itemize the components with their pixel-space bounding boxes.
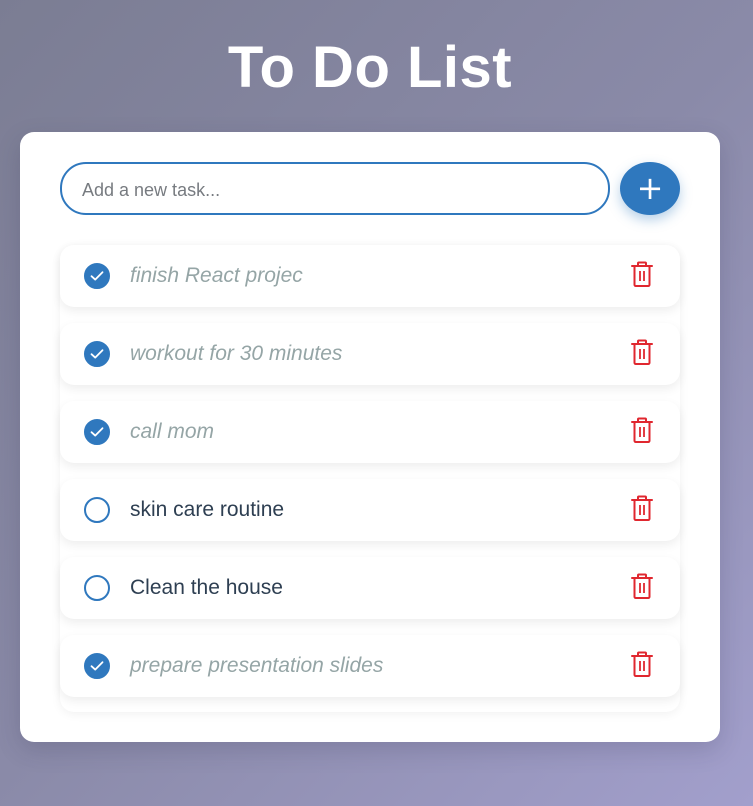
task-item: Clean the house: [60, 557, 680, 619]
new-task-input[interactable]: [64, 166, 602, 215]
task-text: Clean the house: [130, 576, 283, 599]
trash-icon: [631, 261, 653, 287]
checkmark-icon: [90, 661, 104, 671]
task-checkbox[interactable]: [84, 341, 110, 367]
task-text: skin care routine: [130, 498, 285, 521]
task-input-frame: [60, 162, 610, 215]
checkmark-icon: [90, 271, 104, 281]
task-item: finish React projec: [60, 245, 680, 307]
delete-task-button[interactable]: [630, 339, 654, 367]
add-task-row: +: [60, 162, 680, 215]
trash-icon: [631, 417, 653, 443]
page-title: To Do List: [227, 35, 513, 100]
delete-task-button[interactable]: [630, 573, 654, 601]
task-text: finish React projec: [130, 264, 303, 287]
task-text: call mom: [130, 420, 215, 443]
task-checkbox[interactable]: [84, 497, 110, 523]
task-item: skin care routine: [60, 479, 680, 541]
delete-task-button[interactable]: [630, 417, 654, 445]
trash-icon: [631, 573, 653, 599]
delete-task-button[interactable]: [630, 495, 654, 523]
task-list: finish React projec workout for 30 minut…: [60, 245, 680, 712]
trash-icon: [631, 495, 653, 521]
task-item: workout for 30 minutes: [60, 323, 680, 385]
checkmark-icon: [90, 349, 104, 359]
todo-card: + finish React projec workout for 30 min…: [20, 132, 720, 742]
task-item: prepare presentation slides: [60, 635, 680, 697]
task-checkbox[interactable]: [84, 419, 110, 445]
delete-task-button[interactable]: [630, 651, 654, 679]
task-item: call mom: [60, 401, 680, 463]
task-text: workout for 30 minutes: [130, 342, 343, 365]
checkmark-icon: [90, 427, 104, 437]
add-task-button[interactable]: +: [620, 162, 680, 215]
delete-task-button[interactable]: [630, 261, 654, 289]
task-text: prepare presentation slides: [130, 654, 384, 677]
trash-icon: [631, 651, 653, 677]
task-checkbox[interactable]: [84, 653, 110, 679]
task-checkbox[interactable]: [84, 263, 110, 289]
trash-icon: [631, 339, 653, 365]
task-checkbox[interactable]: [84, 575, 110, 601]
